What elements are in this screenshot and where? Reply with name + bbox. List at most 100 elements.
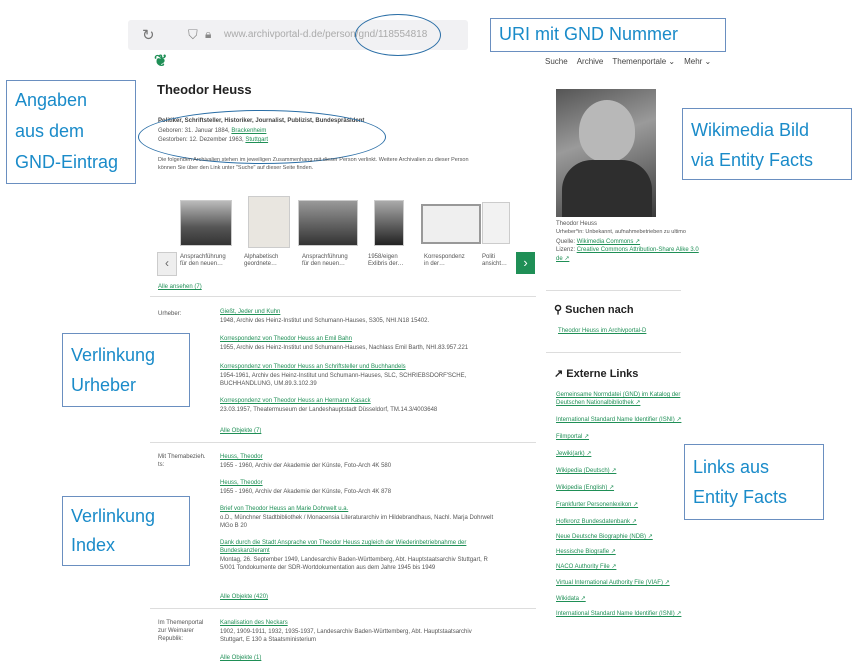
gallery-caption-1[interactable]: Ansprachführung für den neuen… [180, 254, 226, 268]
gnd-highlight-oval [138, 110, 386, 164]
person-note-line1: Die folgenden Archivalien stehen im jewe… [158, 157, 469, 163]
index-entry-2-title[interactable]: Heuss, Theodor [220, 480, 263, 486]
external-link-wikidata[interactable]: Wikidata ↗ [556, 595, 586, 602]
external-link-viaf[interactable]: Virtual International Authority File (VI… [556, 579, 670, 586]
urheber-all-link[interactable]: Alle Objekte (7) [220, 428, 261, 434]
search-heading: ⚲ Suchen nach [554, 303, 634, 316]
photo-source: Quelle: Wikimedia Commons ↗ [556, 238, 640, 245]
external-link-ndb[interactable]: Neue Deutsche Biographie (NDB) ↗ [556, 533, 653, 540]
gallery-caption-3[interactable]: Ansprachführung für den neuen… [302, 254, 348, 268]
top-navigation: Suche Archive Themenportale ⌄ Mehr ⌄ [545, 57, 711, 66]
index-entry-1-sub: 1955 - 1960, Archiv der Akademie der Kün… [220, 463, 392, 469]
external-link-filmportal[interactable]: Filmportal ↗ [556, 433, 589, 440]
index-entry-3-title[interactable]: Brief von Theodor Heuss an Marie Dohrwel… [220, 506, 348, 512]
gallery-all-link[interactable]: Alle ansehen (7) [158, 284, 202, 290]
callout-gnd-line1: Angaben [15, 90, 88, 110]
photo-caption-desc: Urheber*in: Unbekannt, aufnahmebetrieben… [556, 229, 686, 235]
urheber-entry-1-title[interactable]: Gießt, Jeder und Kuhn [220, 309, 280, 315]
urheber-entry-3-title[interactable]: Korrespondenz von Theodor Heuss an Schri… [220, 364, 406, 370]
divider [150, 296, 536, 297]
callout-wiki-line1: Wikimedia Bild [691, 120, 810, 140]
external-link-frankfurter[interactable]: Frankfurter Personenlexikon ↗ [556, 501, 638, 508]
index-all-link[interactable]: Alle Objekte (420) [220, 594, 268, 600]
callout-wiki-line2: via Entity Facts [691, 150, 814, 170]
external-links-heading-text: Externe Links [566, 368, 639, 380]
portal-entry-1-sub2: Stuttgart, E 130 a Staatsministerium [220, 637, 317, 643]
search-heading-text: Suchen nach [565, 304, 634, 316]
gallery-thumb-1[interactable] [180, 200, 232, 246]
callout-gnd: Angaben aus dem GND-Eintrag [6, 80, 136, 184]
external-link-naco[interactable]: NACO Authority File ↗ [556, 563, 616, 570]
urheber-entry-3-sub: 1954-1961, Archiv des Heinz-Institut und… [220, 373, 467, 379]
license-link[interactable]: Creative Commons Attribution-Share Alike… [577, 247, 699, 253]
gallery-thumb-5[interactable] [421, 204, 481, 244]
section-role-portal: Im Themenportal [158, 620, 204, 626]
photo-caption-name: Theodor Heuss [556, 221, 598, 227]
callout-index-line1: Verlinkung [71, 506, 156, 526]
gallery-caption-2[interactable]: Alphabetisch geordnete… [244, 254, 290, 268]
page-title: Theodor Heuss [157, 82, 252, 97]
divider [150, 442, 536, 443]
portal-all-link[interactable]: Alle Objekte (1) [220, 655, 261, 661]
gallery-prev-button[interactable]: ‹ [157, 252, 177, 276]
external-link-isni-2[interactable]: International Standard Name Identifier (… [556, 610, 681, 617]
urheber-entry-1-sub: 1948, Archiv des Heinz-Institut und Schu… [220, 318, 430, 324]
callout-links: Links aus Entity Facts [684, 444, 824, 520]
section-role-urheber: Urheber: [158, 311, 182, 317]
index-entry-2-sub: 1955 - 1960, Archiv der Akademie der Kün… [220, 489, 392, 495]
source-label: Quelle: [556, 239, 576, 245]
external-link-hessische[interactable]: Hessische Biografie ↗ [556, 548, 616, 555]
gallery-thumb-6[interactable] [482, 202, 510, 244]
site-logo[interactable]: ❦ [154, 51, 167, 71]
gallery-thumb-4[interactable] [374, 200, 404, 246]
callout-urheber: Verlinkung Urheber [62, 333, 190, 407]
shield-icon[interactable]: ⛉ [188, 27, 198, 43]
reload-icon[interactable]: ↻ [142, 26, 155, 44]
nav-item-themenportale[interactable]: Themenportale ⌄ [612, 57, 675, 66]
gallery-next-button[interactable]: › [516, 252, 535, 274]
divider [546, 290, 681, 291]
external-link-gnd-cont[interactable]: Deutschen Nationalbibliothek ↗ [556, 399, 640, 406]
license-link-cont[interactable]: de ↗ [556, 255, 569, 262]
section-role-portal-3: Republik: [158, 636, 184, 642]
gallery-caption-5[interactable]: Korrespondenz in der… [424, 254, 470, 268]
portal-entry-1-title[interactable]: Kanalisation des Neckars [220, 620, 288, 626]
gallery-thumb-3[interactable] [298, 200, 358, 246]
portal-entry-1-sub: 1902, 1909-1911, 1932, 1935-1937, Landes… [220, 629, 472, 635]
gallery-thumb-2[interactable] [248, 196, 290, 248]
callout-urheber-line1: Verlinkung [71, 345, 156, 365]
callout-links-line2: Entity Facts [693, 487, 788, 507]
callout-gnd-line2: aus dem [15, 121, 85, 141]
urheber-entry-2-sub: 1955, Archiv des Heinz-Institut und Schu… [220, 345, 469, 351]
gallery-caption-6[interactable]: Politi ansicht… [482, 254, 512, 268]
section-role-index: Mit Themabezieh. [158, 454, 206, 460]
nav-item-mehr[interactable]: Mehr ⌄ [684, 57, 711, 66]
callout-index: Verlinkung Index [62, 496, 190, 566]
index-entry-4-sub: Montag, 26. September 1949, Landesarchiv… [220, 557, 488, 563]
callout-wikimedia: Wikimedia Bild via Entity Facts [682, 108, 852, 180]
external-link-wikipedia-en[interactable]: Wikipedia (English) ↗ [556, 484, 614, 491]
photo-face [579, 100, 635, 162]
source-link[interactable]: Wikimedia Commons ↗ [577, 239, 640, 245]
urheber-entry-2-title[interactable]: Korrespondenz von Theodor Heuss an Emil … [220, 336, 352, 342]
index-entry-4-title2[interactable]: Bundeskanzleramt [220, 548, 270, 554]
urheber-entry-3-sub2: BUCHHANDLUNG, UM.89.3.102.39 [220, 381, 317, 387]
external-link-wikipedia-de[interactable]: Wikipedia (Deutsch) ↗ [556, 467, 616, 474]
index-entry-1-title[interactable]: Heuss, Theodor [220, 454, 263, 460]
external-link-icon: ↗ [554, 368, 564, 380]
divider [546, 352, 681, 353]
nav-item-archive[interactable]: Archive [577, 57, 604, 66]
gallery-caption-4[interactable]: 1958/eigen Exlibris der… [368, 254, 414, 268]
search-link[interactable]: Theodor Heuss im Archivportal-D [558, 328, 646, 334]
callout-links-line1: Links aus [693, 457, 770, 477]
external-link-gnd[interactable]: Gemeinsame Normdatei (GND) im Katalog de… [556, 392, 680, 398]
index-entry-4-title[interactable]: Dank durch die Stadt Ansprache von Theod… [220, 540, 466, 546]
external-link-isni[interactable]: International Standard Name Identifier (… [556, 416, 681, 423]
external-link-jewiki[interactable]: Jewiki(ark) ↗ [556, 450, 591, 457]
urheber-entry-4-title[interactable]: Korrespondenz von Theodor Heuss an Herma… [220, 398, 371, 404]
lock-icon[interactable]: 🔒︎ [205, 27, 211, 42]
index-entry-4-sub2: 5/001 Tondokumente der SDR-Wortdokumenta… [220, 565, 436, 571]
external-link-hofkronz[interactable]: Hofkronz Bundesdatenbank ↗ [556, 518, 637, 525]
index-entry-3-sub: o.D., Münchner Stadtbibliothek / Monacen… [220, 515, 494, 521]
nav-item-suche[interactable]: Suche [545, 57, 568, 66]
